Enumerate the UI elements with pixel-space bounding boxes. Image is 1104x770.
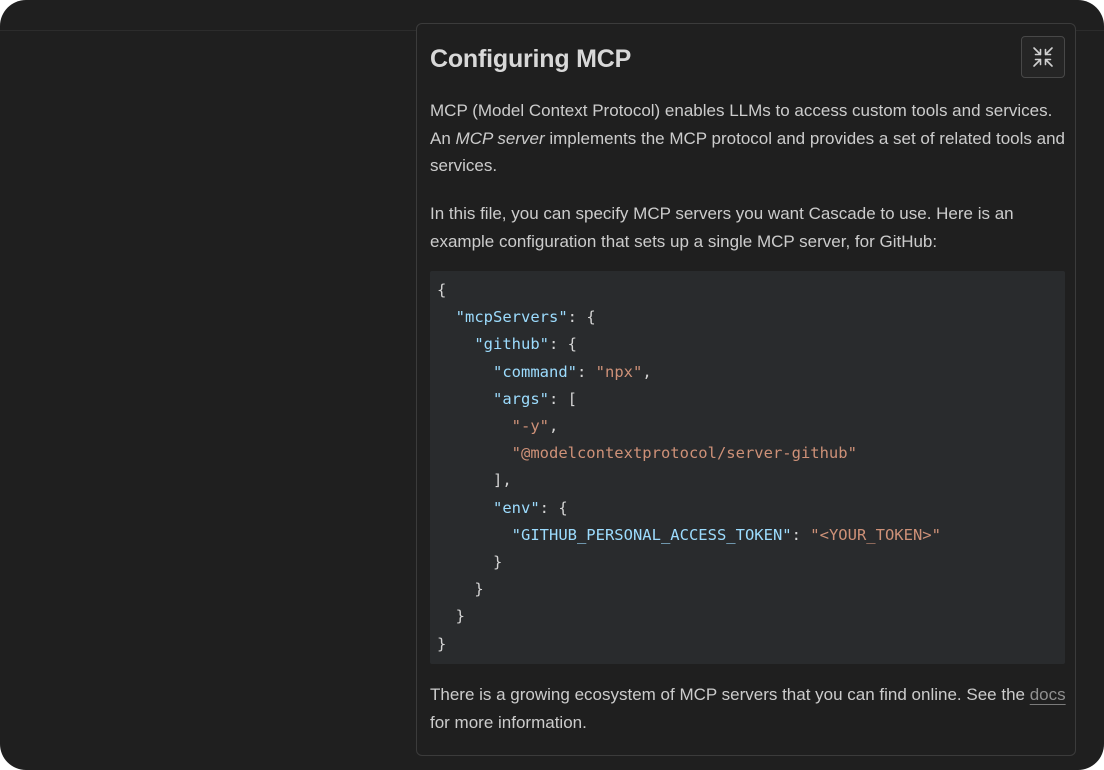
json-punctuation: { — [437, 281, 447, 299]
json-punctuation: } — [437, 580, 484, 599]
json-key: "command" — [493, 362, 577, 381]
code-line: "GITHUB_PERSONAL_ACCESS_TOKEN": "<YOUR_T… — [437, 526, 941, 544]
json-punctuation — [437, 526, 512, 544]
code-line: "command": "npx", — [437, 363, 652, 381]
json-punctuation — [437, 499, 493, 517]
json-punctuation — [437, 363, 493, 381]
collapse-button[interactable] — [1021, 36, 1065, 78]
json-string: "-y" — [511, 417, 549, 436]
code-line: } — [437, 580, 484, 599]
json-string: "@modelcontextprotocol/server-github" — [511, 444, 857, 463]
example-config-code-block: { "mcpServers": { "github": { "command":… — [430, 271, 1065, 664]
intro-paragraph: MCP (Model Context Protocol) enables LLM… — [430, 97, 1070, 180]
code-line: } — [437, 607, 465, 625]
json-punctuation: } — [437, 634, 447, 653]
json-punctuation: } — [437, 553, 503, 572]
mcp-server-term: MCP server — [455, 128, 545, 148]
code-line: "env": { — [437, 499, 568, 517]
config-paragraph: In this file, you can specify MCP server… — [430, 204, 1014, 251]
json-string: "npx" — [595, 362, 643, 381]
code-line: "args": [ — [437, 390, 577, 408]
code-line: } — [437, 553, 502, 571]
json-punctuation: : { — [548, 335, 577, 354]
json-key: "env" — [493, 498, 540, 517]
json-punctuation: , — [548, 417, 559, 436]
footer-text-start: There is a growing ecosystem of MCP serv… — [430, 685, 1030, 704]
json-punctuation: : { — [567, 308, 596, 327]
json-punctuation — [437, 417, 512, 435]
code-line: "-y", — [437, 417, 559, 436]
app-window: Configuring MCP MCP (Model Context Proto… — [0, 0, 1104, 770]
json-punctuation — [437, 444, 512, 462]
code-line: "github": { — [437, 335, 577, 353]
code-line: "@modelcontextprotocol/server-github" — [437, 444, 857, 462]
json-punctuation: : [ — [549, 389, 577, 408]
code-line: "mcpServers": { — [437, 308, 596, 326]
json-punctuation: , — [642, 362, 652, 381]
collapse-arrows-icon — [1033, 47, 1053, 67]
footer-paragraph: There is a growing ecosystem of MCP serv… — [430, 681, 1070, 736]
json-key: "mcpServers" — [455, 308, 568, 327]
mcp-info-panel: Configuring MCP MCP (Model Context Proto… — [416, 23, 1076, 756]
panel-title: Configuring MCP — [430, 45, 632, 73]
json-punctuation — [437, 390, 493, 408]
json-punctuation: : — [577, 362, 596, 381]
footer-text-end: for more information. — [430, 712, 587, 732]
code-line: { — [437, 281, 446, 299]
json-punctuation — [437, 335, 474, 353]
code-line: } — [437, 635, 446, 653]
json-key: "GITHUB_PERSONAL_ACCESS_TOKEN" — [511, 525, 792, 544]
code-line: ], — [437, 471, 512, 489]
json-punctuation: } — [437, 607, 465, 626]
json-punctuation: : { — [539, 498, 568, 517]
json-key: "args" — [493, 389, 549, 408]
json-punctuation: : — [791, 525, 811, 544]
json-punctuation — [437, 308, 456, 326]
json-key: "github" — [474, 335, 549, 354]
json-punctuation: ], — [437, 471, 512, 490]
json-string: "<YOUR_TOKEN>" — [810, 525, 941, 544]
docs-link[interactable]: docs — [1030, 685, 1066, 704]
